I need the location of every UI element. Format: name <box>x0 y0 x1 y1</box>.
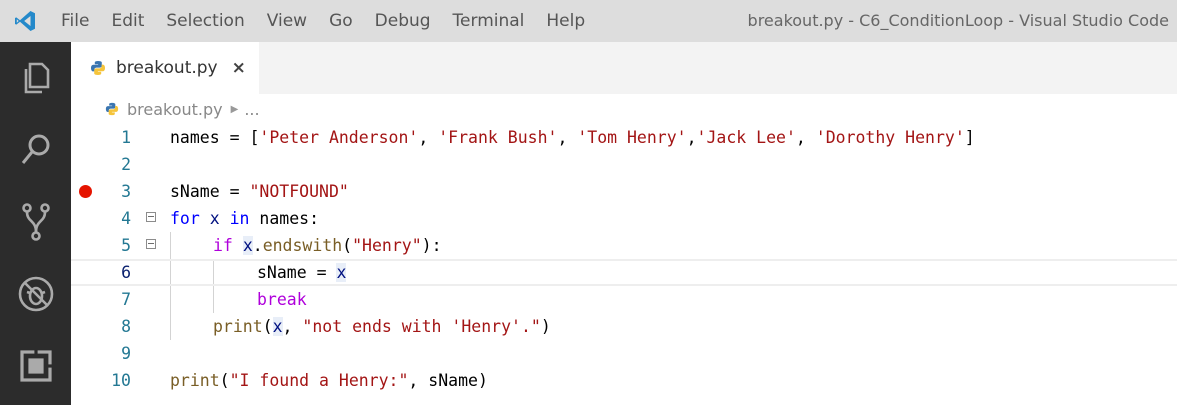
code-line[interactable]: 10 print("I found a Henry:", sName) <box>71 367 1177 394</box>
code-line[interactable]: 7 break <box>71 286 1177 313</box>
menu-view[interactable]: View <box>256 0 318 42</box>
line-number: 7 <box>121 290 131 309</box>
line-number: 2 <box>121 155 131 174</box>
code-line-current[interactable]: 6 sName = x <box>71 259 1177 286</box>
activity-bar <box>0 42 71 405</box>
debug-icon[interactable] <box>0 258 71 330</box>
line-number: 4 <box>121 209 131 228</box>
source-control-icon[interactable] <box>0 186 71 258</box>
code-line[interactable]: 8 print(x, "not ends with 'Henry'.") <box>71 313 1177 340</box>
line-number: 6 <box>121 263 131 282</box>
menu-terminal[interactable]: Terminal <box>442 0 536 42</box>
code-line[interactable]: 9 <box>71 340 1177 367</box>
tab-bar: breakout.py × <box>71 42 1177 94</box>
code-text: names = ['Peter Anderson', 'Frank Bush',… <box>170 128 975 147</box>
chevron-right-icon: ▶ <box>230 103 239 115</box>
code-line[interactable]: 2 <box>71 151 1177 178</box>
menu-go[interactable]: Go <box>318 0 364 42</box>
menu-file[interactable]: File <box>50 0 100 42</box>
code-text: print(x, "not ends with 'Henry'.") <box>213 317 551 336</box>
breadcrumb-more[interactable]: ... <box>244 100 259 119</box>
breadcrumb-file[interactable]: breakout.py <box>127 100 223 119</box>
code-line[interactable]: 5 if x.endswith("Henry"): <box>71 232 1177 259</box>
tab-breakout-py[interactable]: breakout.py × <box>71 42 259 94</box>
line-number: 5 <box>121 236 131 255</box>
code-text: if x.endswith("Henry"): <box>213 236 442 255</box>
extensions-icon[interactable] <box>0 330 71 402</box>
code-line[interactable]: 4 for x in names: <box>71 205 1177 232</box>
code-text: sName = x <box>257 263 347 282</box>
menu-debug[interactable]: Debug <box>364 0 442 42</box>
line-number: 3 <box>121 182 131 201</box>
line-number: 9 <box>121 344 131 363</box>
window-title: breakout.py - C6_ConditionLoop - Visual … <box>747 11 1169 30</box>
explorer-icon[interactable] <box>0 42 71 114</box>
line-number: 1 <box>121 128 131 147</box>
breadcrumb: breakout.py ▶ ... <box>71 94 1177 124</box>
tab-label: breakout.py <box>116 58 218 78</box>
search-icon[interactable] <box>0 114 71 186</box>
menu-edit[interactable]: Edit <box>100 0 155 42</box>
menu-selection[interactable]: Selection <box>155 0 255 42</box>
code-text: break <box>257 290 307 309</box>
python-file-icon <box>105 102 119 116</box>
code-line[interactable]: 3 sName = "NOTFOUND" <box>71 178 1177 205</box>
python-file-icon <box>91 61 105 75</box>
vscode-logo-icon <box>0 0 50 42</box>
menu-help[interactable]: Help <box>535 0 596 42</box>
code-editor[interactable]: 1 names = ['Peter Anderson', 'Frank Bush… <box>71 124 1177 405</box>
fold-collapse-icon[interactable] <box>146 239 156 249</box>
code-text: print("I found a Henry:", sName) <box>170 371 488 390</box>
line-number: 10 <box>111 371 131 390</box>
code-text: for x in names: <box>170 209 320 228</box>
close-icon[interactable]: × <box>232 58 246 78</box>
title-bar: File Edit Selection View Go Debug Termin… <box>0 0 1177 42</box>
code-line[interactable]: 1 names = ['Peter Anderson', 'Frank Bush… <box>71 124 1177 151</box>
menu-bar: File Edit Selection View Go Debug Termin… <box>50 0 596 42</box>
line-number: 8 <box>121 317 131 336</box>
code-text: sName = "NOTFOUND" <box>170 182 349 201</box>
fold-collapse-icon[interactable] <box>146 212 156 222</box>
